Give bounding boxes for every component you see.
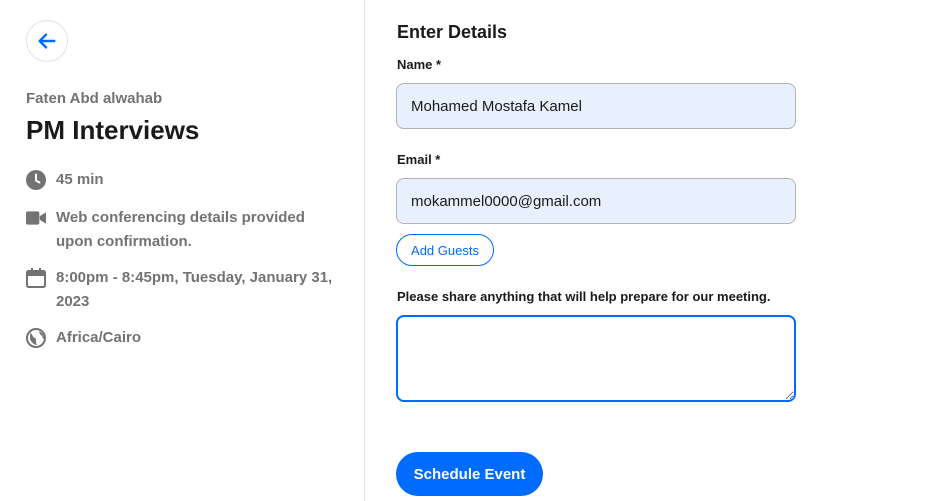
booking-form: Enter Details Name * Email * Add Guests … bbox=[366, 0, 932, 501]
name-label: Name * bbox=[397, 57, 442, 72]
event-title: PM Interviews bbox=[26, 115, 200, 145]
calendar-icon bbox=[26, 268, 46, 288]
clock-icon bbox=[26, 170, 46, 190]
location-text: Web conferencing details provided upon c… bbox=[56, 209, 305, 250]
email-label: Email * bbox=[397, 152, 441, 167]
arrow-left-icon bbox=[36, 30, 58, 52]
timezone-text: Africa/Cairo bbox=[56, 329, 142, 346]
video-camera-icon bbox=[26, 208, 46, 228]
notes-label: Please share anything that will help pre… bbox=[397, 289, 771, 304]
event-details-panel: Faten Abd alwahab PM Interviews 45 min W… bbox=[0, 0, 365, 501]
datetime-text: 8:00pm - 8:45pm, Tuesday, January 31, 20… bbox=[56, 269, 333, 310]
duration-text: 45 min bbox=[56, 171, 104, 188]
add-guests-button[interactable]: Add Guests bbox=[396, 234, 494, 266]
name-field[interactable] bbox=[396, 83, 796, 129]
globe-icon bbox=[26, 328, 46, 348]
schedule-event-button[interactable]: Schedule Event bbox=[396, 452, 543, 496]
email-field[interactable] bbox=[396, 178, 796, 224]
notes-textarea[interactable] bbox=[396, 315, 796, 402]
location-detail: Web conferencing details provided upon c… bbox=[26, 208, 336, 254]
organizer-name: Faten Abd alwahab bbox=[26, 90, 163, 107]
datetime-detail: 8:00pm - 8:45pm, Tuesday, January 31, 20… bbox=[26, 268, 336, 314]
form-heading: Enter Details bbox=[397, 22, 508, 42]
back-button[interactable] bbox=[26, 20, 68, 62]
duration-detail: 45 min bbox=[26, 170, 336, 192]
timezone-detail: Africa/Cairo bbox=[26, 328, 336, 350]
